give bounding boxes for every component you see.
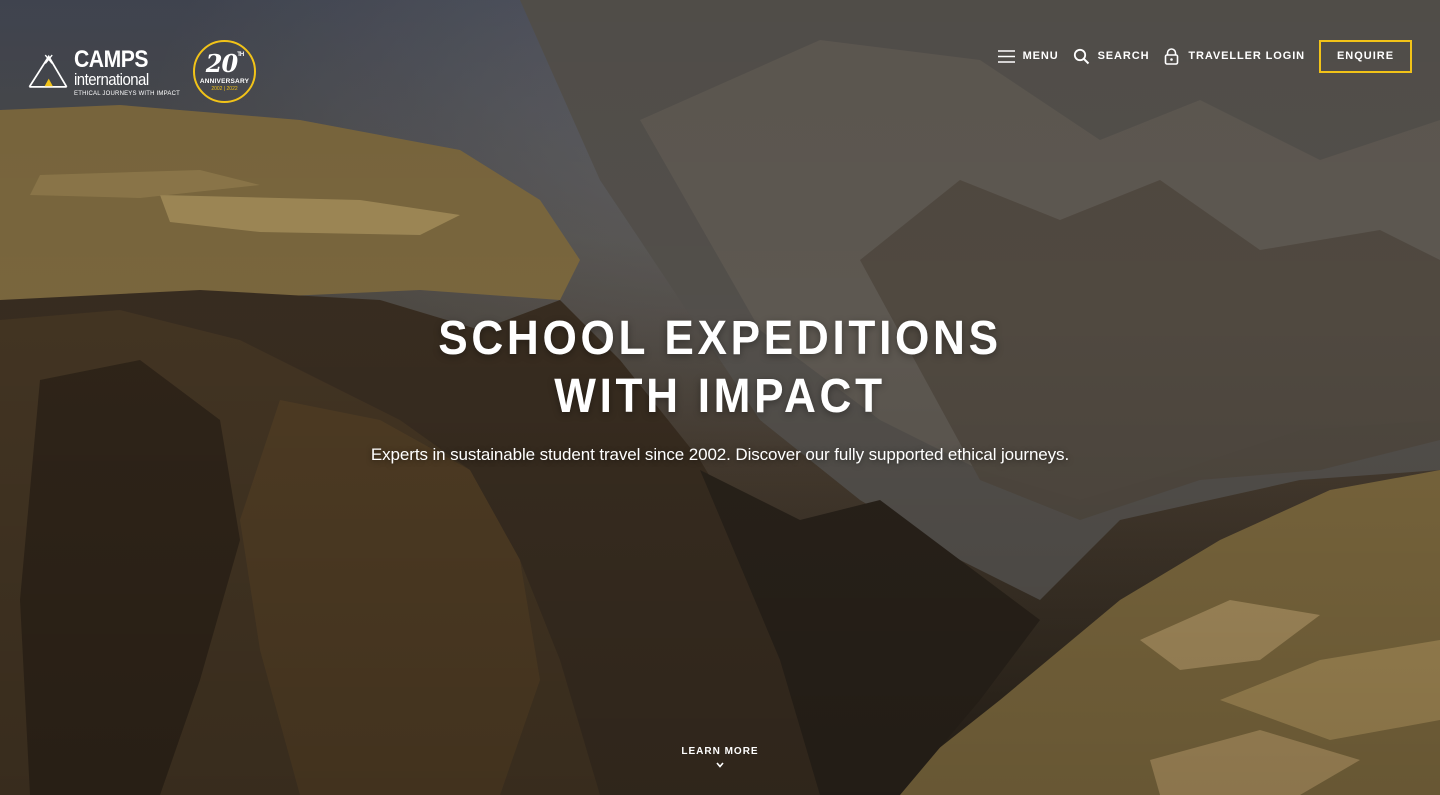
- menu-label: MENU: [1022, 50, 1059, 62]
- anniversary-badge: 20TH ANNIVERSARY 2002 | 2022: [193, 40, 256, 103]
- lock-icon: [1165, 47, 1179, 65]
- hero-subtitle: Experts in sustainable student travel si…: [370, 445, 1070, 464]
- camps-international-logo[interactable]: CAMPS international ETHICAL JOURNEYS WIT…: [28, 46, 180, 98]
- anniversary-years: 2002 | 2022: [211, 85, 238, 92]
- hero-title-line-2: WITH IMPACT: [554, 370, 886, 423]
- logo-tagline: ETHICAL JOURNEYS WITH IMPACT: [74, 91, 180, 97]
- learn-more-label: LEARN MORE: [681, 746, 759, 757]
- chevron-down-icon: [716, 762, 724, 768]
- top-navigation: MENU SEARCH TRAVELLER LOGIN ENQUIRE: [997, 39, 1412, 73]
- hero-title-line-1: SCHOOL EXPEDITIONS: [438, 312, 1002, 365]
- traveller-login-link[interactable]: TRAVELLER LOGIN: [1163, 47, 1305, 65]
- search-icon: [1073, 48, 1089, 64]
- hamburger-icon: [997, 49, 1015, 63]
- enquire-button[interactable]: ENQUIRE: [1319, 39, 1412, 73]
- logo-brand-name: CAMPS: [74, 46, 149, 73]
- search-button[interactable]: SEARCH: [1073, 48, 1150, 65]
- hero-title: SCHOOL EXPEDITIONS WITH IMPACT: [0, 310, 1440, 426]
- logo-brand-subname: international: [74, 70, 149, 89]
- tent-icon: [28, 54, 68, 88]
- search-label: SEARCH: [1097, 50, 1150, 62]
- menu-button[interactable]: MENU: [997, 48, 1059, 65]
- anniversary-label: ANNIVERSARY: [199, 77, 250, 85]
- traveller-login-label: TRAVELLER LOGIN: [1188, 50, 1305, 62]
- learn-more-link[interactable]: LEARN MORE: [620, 746, 820, 769]
- anniversary-number: 20TH: [205, 48, 244, 78]
